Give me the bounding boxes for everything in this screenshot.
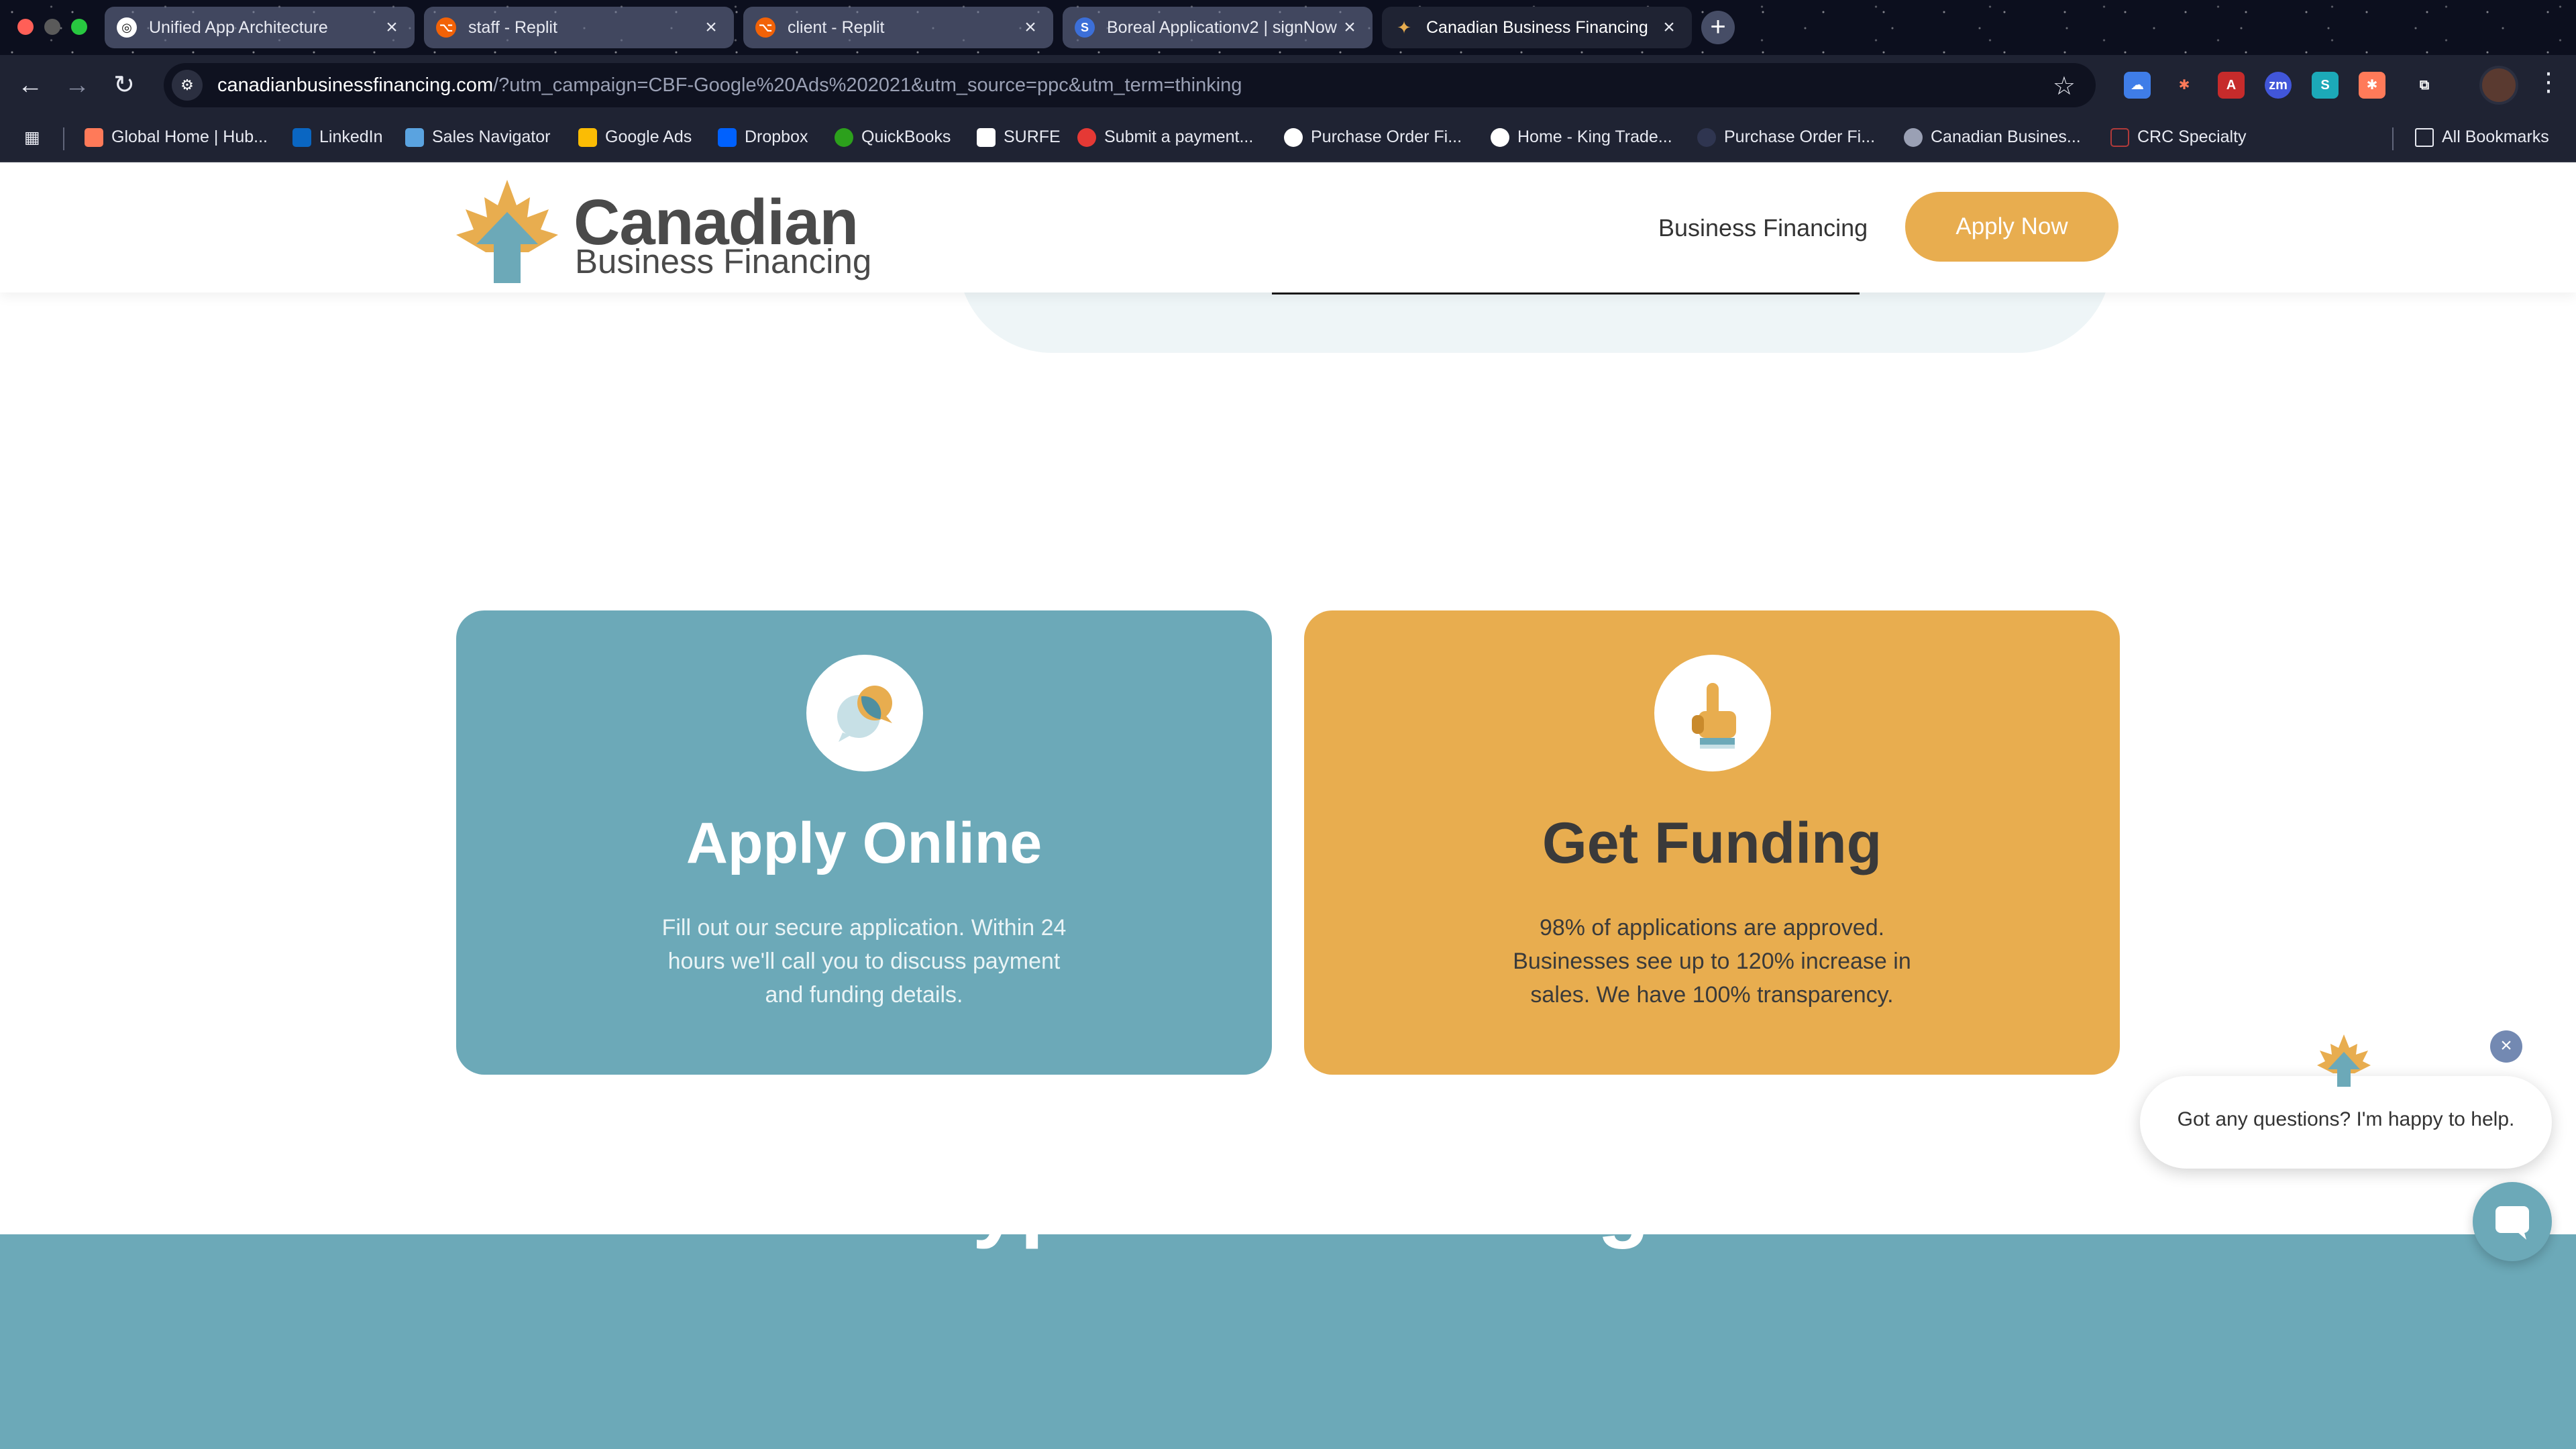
chat-icon <box>2496 1206 2529 1240</box>
close-tab-icon[interactable]: × <box>1020 16 1041 39</box>
get-funding-card: Get Funding 98% of applications are appr… <box>1304 610 2120 1075</box>
bookmark-home-king-trade[interactable]: Home - King Trade... <box>1491 127 1672 147</box>
close-tab-icon[interactable]: × <box>1658 16 1680 39</box>
bookmark-purchase-order-1[interactable]: Purchase Order Fi... <box>1284 127 1462 147</box>
chat-prompt-bubble[interactable]: Got any questions? I'm happy to help. <box>2140 1076 2552 1169</box>
close-tab-icon[interactable]: × <box>381 16 402 39</box>
web-page: Canadian Business Financing Business Fin… <box>0 162 2576 1449</box>
reload-icon[interactable]: ↻ <box>107 68 141 102</box>
google-ads-icon <box>578 127 597 147</box>
new-tab-button[interactable]: + <box>1701 11 1735 44</box>
bookmarks-bar: ▦ Global Home | Hub... LinkedIn Sales Na… <box>0 115 2576 162</box>
back-arrow-icon[interactable]: ← <box>13 68 47 102</box>
minimize-window-button[interactable] <box>44 19 60 35</box>
quickbooks-icon <box>835 127 853 147</box>
surfe-extension-icon[interactable]: S <box>2312 72 2339 99</box>
bookmark-star-icon[interactable]: ☆ <box>2053 71 2076 101</box>
bookmark-crc-specialty[interactable]: CRC Specialty <box>2110 127 2247 147</box>
forward-arrow-icon[interactable]: → <box>60 68 94 102</box>
address-bar[interactable]: ⚙ canadianbusinessfinancing.com/?utm_cam… <box>164 63 2096 107</box>
close-tab-icon[interactable]: × <box>1339 16 1360 39</box>
folder-icon <box>2415 127 2434 147</box>
card-title: Get Funding <box>1542 811 1882 875</box>
phone-icon[interactable] <box>48 1182 99 1233</box>
close-tab-icon[interactable]: × <box>700 16 722 39</box>
mountain-icon <box>1284 127 1303 147</box>
replit-icon: ⌥ <box>436 17 456 38</box>
linkedin-icon <box>292 127 311 147</box>
bookmark-submit-payment[interactable]: Submit a payment... <box>1077 127 1253 147</box>
crc-icon <box>2110 127 2129 147</box>
sales-navigator-icon <box>405 127 424 147</box>
bookmark-sales-navigator[interactable]: Sales Navigator <box>405 127 550 147</box>
openai-icon: ◎ <box>117 17 137 38</box>
hubspot-icon <box>85 127 103 147</box>
bookmark-linkedin[interactable]: LinkedIn <box>292 127 383 147</box>
bookmarks-divider <box>63 127 64 150</box>
browser-tab-bar: ◎ Unified App Architecture × ⌥ staff - R… <box>0 0 2576 55</box>
all-bookmarks-folder[interactable]: All Bookmarks <box>2415 127 2549 147</box>
hubspot-extension-icon[interactable]: ✱ <box>2171 72 2198 99</box>
apply-now-button[interactable]: Apply Now <box>1905 192 2118 262</box>
maple-leaf-logo-icon[interactable] <box>455 177 559 284</box>
tab-unified-app-architecture[interactable]: ◎ Unified App Architecture × <box>105 7 415 48</box>
bookmark-dropbox[interactable]: Dropbox <box>718 127 808 147</box>
tab-canadian-business-financing[interactable]: ✦ Canadian Business Financing × <box>1382 7 1692 48</box>
bookmark-quickbooks[interactable]: QuickBooks <box>835 127 951 147</box>
globe-icon <box>1697 127 1716 147</box>
site-header: Canadian Business Financing Business Fin… <box>0 162 2576 292</box>
card-description: 98% of applications are approved. Busine… <box>1513 915 1911 1008</box>
apps-grid-icon[interactable]: ▦ <box>24 127 40 148</box>
chat-prompt-text: Got any questions? I'm happy to help. <box>2177 1108 2515 1130</box>
types-of-funding-section <box>0 1234 2576 1449</box>
logo-subtitle[interactable]: Business Financing <box>575 241 871 281</box>
chat-close-button[interactable]: × <box>2490 1030 2522 1063</box>
tab-client-replit[interactable]: ⌥ client - Replit × <box>743 7 1053 48</box>
bookmark-global-home[interactable]: Global Home | Hub... <box>85 127 268 147</box>
browser-menu-icon[interactable]: ⋮ <box>2536 67 2561 97</box>
surfe-icon <box>977 127 996 147</box>
bookmark-purchase-order-2[interactable]: Purchase Order Fi... <box>1697 127 1875 147</box>
bookmark-google-ads[interactable]: Google Ads <box>578 127 692 147</box>
nav-business-financing[interactable]: Business Financing <box>1658 214 1868 242</box>
hubspot-sales-extension-icon[interactable]: ✱ <box>2359 72 2385 99</box>
url-text[interactable]: canadianbusinessfinancing.com/?utm_campa… <box>217 74 1242 97</box>
pointing-hand-icon <box>1692 683 1736 749</box>
maple-leaf-icon <box>2317 1034 2371 1087</box>
pdf-extension-icon[interactable]: A <box>2218 72 2245 99</box>
chat-launcher-button[interactable] <box>2473 1182 2552 1261</box>
site-settings-icon[interactable]: ⚙ <box>172 70 203 101</box>
extensions-puzzle-icon[interactable]: ⧉ <box>2411 72 2438 99</box>
location-pin-icon <box>1077 127 1096 147</box>
tab-staff-replit[interactable]: ⌥ staff - Replit × <box>424 7 734 48</box>
zoominfo-extension-icon[interactable]: zm <box>2265 72 2292 99</box>
chat-bubbles-icon <box>837 686 892 742</box>
wordpress-icon <box>1491 127 1509 147</box>
profile-avatar[interactable] <box>2479 66 2518 105</box>
zoom-window-button[interactable] <box>71 19 87 35</box>
bookmark-canadian-business[interactable]: Canadian Busines... <box>1904 127 2081 147</box>
tab-boreal-signnow[interactable]: S Boreal Applicationv2 | signNow × <box>1063 7 1373 48</box>
card-icon-circle <box>1654 655 1771 771</box>
apply-online-card: Apply Online Fill out our secure applica… <box>456 610 1272 1075</box>
maple-leaf-icon: ✦ <box>1397 17 1411 38</box>
dropbox-icon <box>718 127 737 147</box>
bookmarks-divider <box>2392 127 2394 150</box>
replit-icon: ⌥ <box>755 17 775 38</box>
close-window-button[interactable] <box>17 19 34 35</box>
card-description: Fill out our secure application. Within … <box>661 915 1067 1008</box>
cloud-extension-icon[interactable]: ☁ <box>2124 72 2151 99</box>
card-icon-circle <box>806 655 923 771</box>
signnow-icon: S <box>1075 17 1095 38</box>
bookmark-surfe[interactable]: SURFE <box>977 127 1061 147</box>
card-title: Apply Online <box>686 811 1042 875</box>
globe-icon <box>1904 127 1923 147</box>
